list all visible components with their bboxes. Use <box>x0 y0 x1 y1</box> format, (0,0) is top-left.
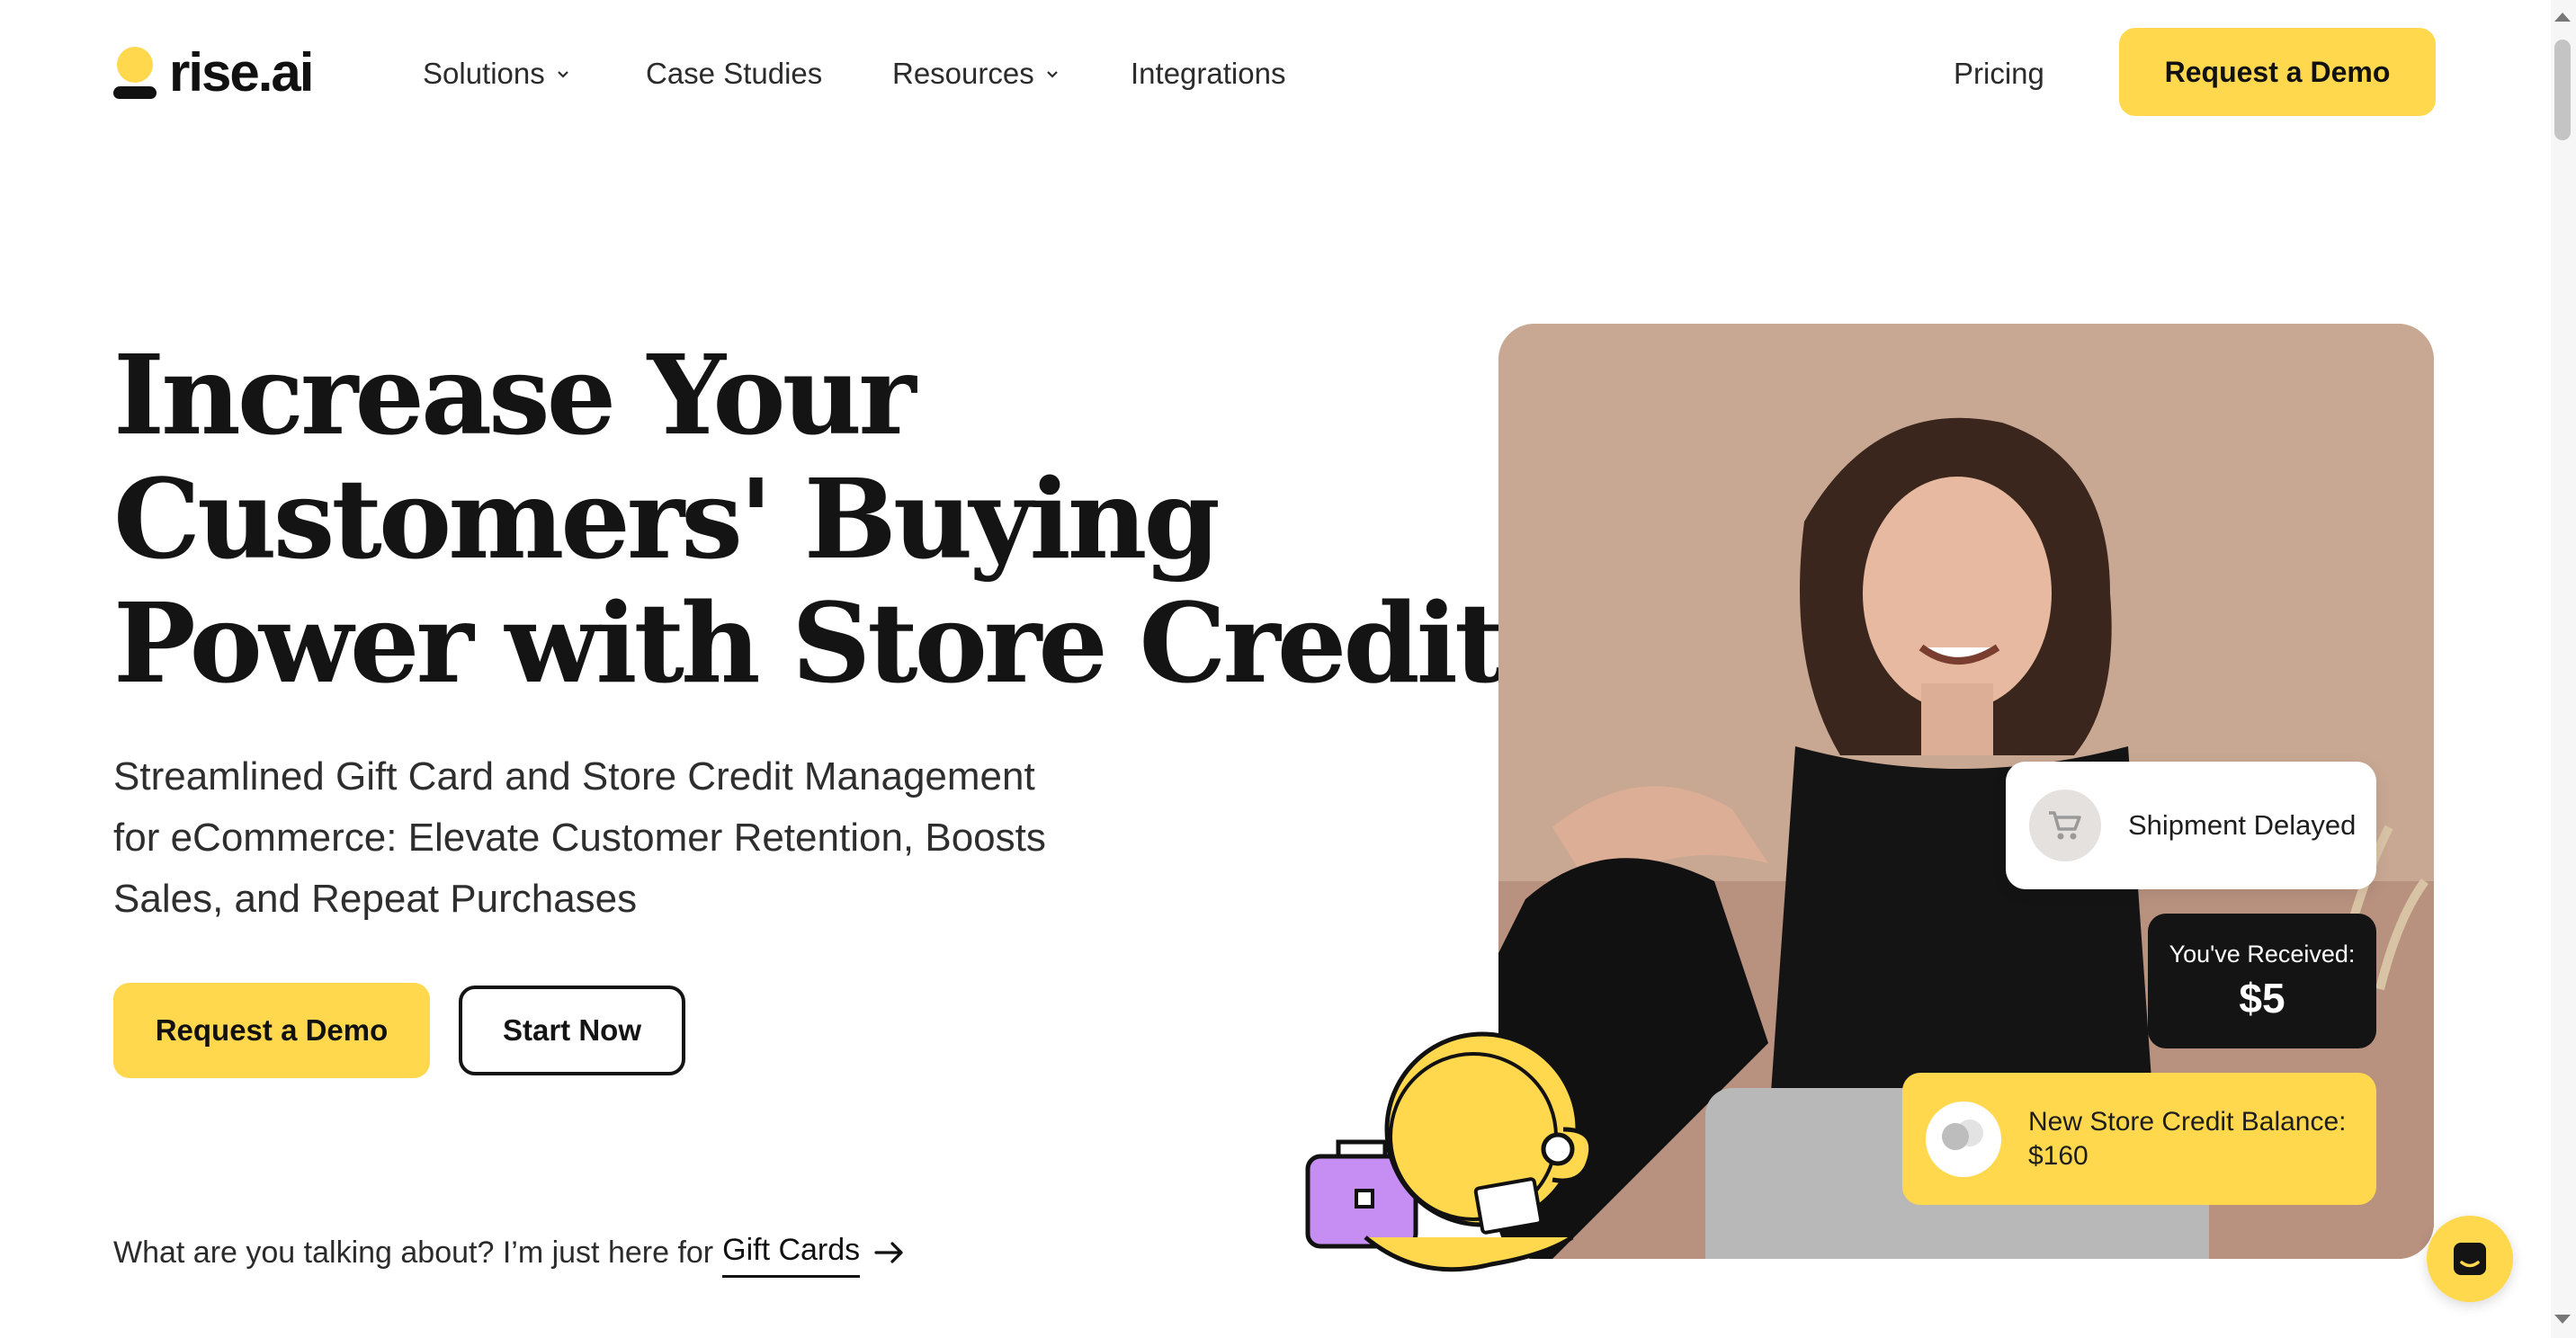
received-amount: $5 <box>2239 974 2285 1021</box>
cart-icon <box>2049 811 2081 840</box>
gift-cards-link[interactable]: Gift Cards <box>722 1226 861 1278</box>
cart-icon-badge <box>2029 789 2101 861</box>
scrollbar-thumb[interactable] <box>2554 40 2571 140</box>
nav-resources[interactable]: Resources <box>892 54 1060 94</box>
scrollbar-track[interactable] <box>2551 0 2576 1338</box>
store-credit-balance-card: New Store Credit Balance: $160 <box>1902 1073 2376 1205</box>
arrow-right-icon[interactable] <box>874 1240 905 1265</box>
nav-solutions-label: Solutions <box>423 57 545 90</box>
nav-case-studies-label: Case Studies <box>646 57 823 90</box>
hero-request-demo-button[interactable]: Request a Demo <box>113 983 430 1078</box>
logo-mark-icon <box>113 45 157 101</box>
chat-icon <box>2454 1243 2486 1275</box>
logo[interactable]: rise.ai <box>113 42 314 103</box>
header-request-demo-button[interactable]: Request a Demo <box>2119 28 2436 116</box>
gift-prompt-text: What are you talking about? I’m just her… <box>113 1235 714 1270</box>
start-now-button[interactable]: Start Now <box>459 986 685 1075</box>
scroll-down-icon[interactable] <box>2554 1315 2571 1324</box>
shipment-delayed-label: Shipment Delayed <box>2128 809 2357 841</box>
chat-launcher-button[interactable] <box>2427 1216 2513 1302</box>
chevron-down-icon <box>1046 71 1058 78</box>
gift-cards-prompt: What are you talking about? I’m just her… <box>113 1226 905 1278</box>
shipment-delayed-card: Shipment Delayed <box>2006 762 2376 889</box>
nav-integrations-label: Integrations <box>1131 57 1286 90</box>
coin-icon <box>1926 1101 2001 1177</box>
pricing-link[interactable]: Pricing <box>1954 54 2044 94</box>
scroll-up-icon[interactable] <box>2554 13 2571 22</box>
nav-integrations[interactable]: Integrations <box>1131 54 1285 94</box>
chevron-down-icon <box>557 71 568 78</box>
hero-subtitle: Streamlined Gift Card and Store Credit M… <box>113 754 1046 921</box>
logo-text: rise.ai <box>169 42 314 103</box>
received-label: You've Received: <box>2169 940 2356 968</box>
hero-title: Increase Your Customers' Buying Power wi… <box>113 330 1505 708</box>
nav-resources-label: Resources <box>892 57 1034 90</box>
nav-case-studies[interactable]: Case Studies <box>646 54 822 94</box>
received-credit-card: You've Received: $5 <box>2148 914 2376 1048</box>
store-credit-balance-label: New Store Credit Balance: $160 <box>2028 1106 2347 1171</box>
mascot-coin-illustration <box>1305 1031 1594 1272</box>
nav-solutions[interactable]: Solutions <box>423 54 570 94</box>
